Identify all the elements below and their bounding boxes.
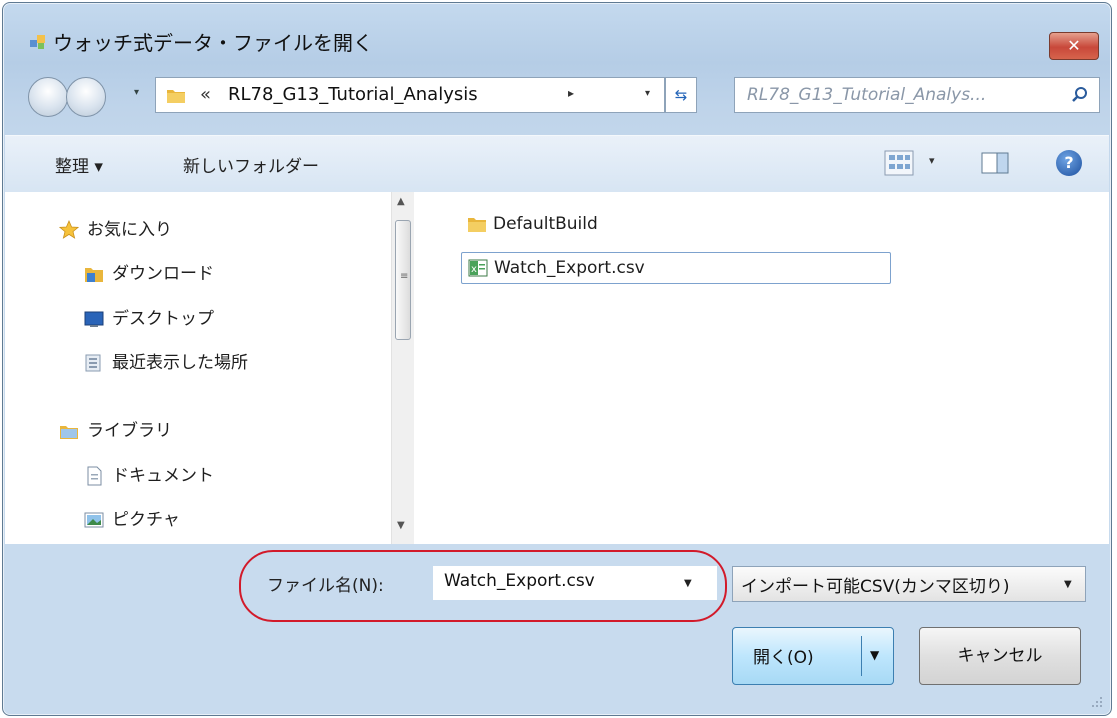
recent-pages-dropdown-icon[interactable]: ▾ bbox=[134, 87, 139, 98]
address-dropdown-icon[interactable]: ▾ bbox=[645, 88, 650, 99]
file-open-dialog: ウォッチ式データ・ファイルを開く ✕ ▾ « RL78_G13_Tutorial… bbox=[2, 2, 1112, 716]
picture-icon bbox=[84, 512, 104, 528]
breadcrumb-arrow-icon[interactable]: ▸ bbox=[568, 86, 574, 100]
navigation-bar: ▾ « RL78_G13_Tutorial_Analysis ▸ ▾ ⇆ RL7… bbox=[3, 73, 1111, 119]
breadcrumb-overflow-icon[interactable]: « bbox=[200, 84, 211, 105]
library-icon bbox=[60, 426, 78, 439]
command-toolbar: 整理 ▾ 新しいフォルダー ▾ ? bbox=[5, 135, 1109, 193]
scroll-down-icon[interactable]: ▼ bbox=[397, 520, 405, 531]
new-folder-button[interactable]: 新しいフォルダー bbox=[183, 152, 319, 177]
view-options-icon[interactable] bbox=[883, 148, 915, 178]
app-icon bbox=[30, 35, 45, 49]
search-placeholder: RL78_G13_Tutorial_Analys... bbox=[747, 85, 987, 105]
desktop-icon bbox=[84, 311, 104, 327]
filename-dropdown-icon[interactable]: ▼ bbox=[684, 578, 692, 589]
open-button-label: 開く(O) bbox=[753, 648, 814, 668]
forward-button[interactable] bbox=[66, 77, 106, 117]
file-item-label: DefaultBuild bbox=[493, 214, 598, 234]
search-icon[interactable] bbox=[1071, 86, 1089, 104]
star-icon bbox=[59, 220, 79, 239]
file-type-select[interactable]: インポート可能CSV(カンマ区切り) ▼ bbox=[732, 566, 1086, 602]
nav-pane-scrollbar[interactable]: ▲ ≡ ▼ bbox=[391, 192, 414, 544]
address-bar[interactable]: « RL78_G13_Tutorial_Analysis ▸ ▾ bbox=[155, 77, 665, 113]
filename-label: ファイル名(N): bbox=[267, 576, 384, 596]
csv-file-icon: x bbox=[468, 259, 488, 277]
svg-text:x: x bbox=[471, 264, 477, 275]
nav-item-label: ドキュメント bbox=[112, 466, 214, 486]
browser-content: お気に入り ダウンロード デスクトップ 最近表示した場所 ライブラリ ドキュメン… bbox=[5, 192, 1109, 544]
open-options-dropdown-icon[interactable]: ▼ bbox=[870, 648, 879, 662]
breadcrumb-path[interactable]: RL78_G13_Tutorial_Analysis bbox=[228, 84, 478, 105]
scroll-grip-icon: ≡ bbox=[400, 271, 409, 282]
back-button[interactable] bbox=[28, 77, 68, 117]
file-item-csv[interactable]: x Watch_Export.csv bbox=[461, 252, 891, 284]
file-item-label: Watch_Export.csv bbox=[494, 258, 645, 278]
nav-item-label: デスクトップ bbox=[112, 309, 214, 329]
folder-icon bbox=[468, 218, 486, 232]
open-button[interactable]: 開く(O) ▼ bbox=[732, 627, 894, 685]
folder-icon bbox=[167, 90, 185, 103]
dialog-footer: ファイル名(N): Watch_Export.csv ▼ インポート可能CSV(… bbox=[3, 544, 1111, 714]
scroll-thumb[interactable]: ≡ bbox=[395, 220, 411, 340]
open-button-divider bbox=[861, 636, 862, 676]
search-input[interactable]: RL78_G13_Tutorial_Analys... bbox=[734, 77, 1100, 113]
recent-places-icon bbox=[85, 354, 101, 372]
navigation-pane: お気に入り ダウンロード デスクトップ 最近表示した場所 ライブラリ ドキュメン… bbox=[5, 192, 389, 544]
nav-item-label: ダウンロード bbox=[112, 264, 214, 284]
file-item-folder[interactable]: DefaultBuild bbox=[457, 209, 757, 239]
view-dropdown-icon[interactable]: ▾ bbox=[929, 154, 935, 167]
filename-field[interactable]: Watch_Export.csv ▼ bbox=[433, 566, 717, 600]
file-type-dropdown-icon[interactable]: ▼ bbox=[1064, 579, 1072, 590]
preview-pane-icon[interactable] bbox=[981, 152, 1009, 174]
scroll-up-icon[interactable]: ▲ bbox=[397, 196, 405, 207]
title-bar: ウォッチ式データ・ファイルを開く ✕ bbox=[3, 3, 1111, 60]
file-type-value: インポート可能CSV(カンマ区切り) bbox=[741, 577, 1010, 597]
resize-grip-icon[interactable] bbox=[1089, 694, 1103, 708]
document-icon bbox=[87, 466, 102, 486]
file-list: DefaultBuild x Watch_Export.csv bbox=[417, 192, 1109, 544]
close-button[interactable]: ✕ bbox=[1049, 32, 1099, 60]
refresh-button[interactable]: ⇆ bbox=[665, 77, 697, 113]
help-icon[interactable]: ? bbox=[1056, 150, 1082, 176]
cancel-button[interactable]: キャンセル bbox=[919, 627, 1081, 685]
nav-item-label: お気に入り bbox=[87, 220, 172, 240]
filename-value[interactable]: Watch_Export.csv bbox=[444, 571, 595, 591]
nav-item-label: ライブラリ bbox=[87, 421, 172, 441]
dialog-title: ウォッチ式データ・ファイルを開く bbox=[53, 31, 373, 55]
organize-button[interactable]: 整理 ▾ bbox=[55, 152, 103, 177]
nav-item-label: 最近表示した場所 bbox=[112, 353, 248, 373]
download-folder-icon bbox=[85, 268, 103, 282]
nav-item-label: ピクチャ bbox=[112, 510, 180, 530]
